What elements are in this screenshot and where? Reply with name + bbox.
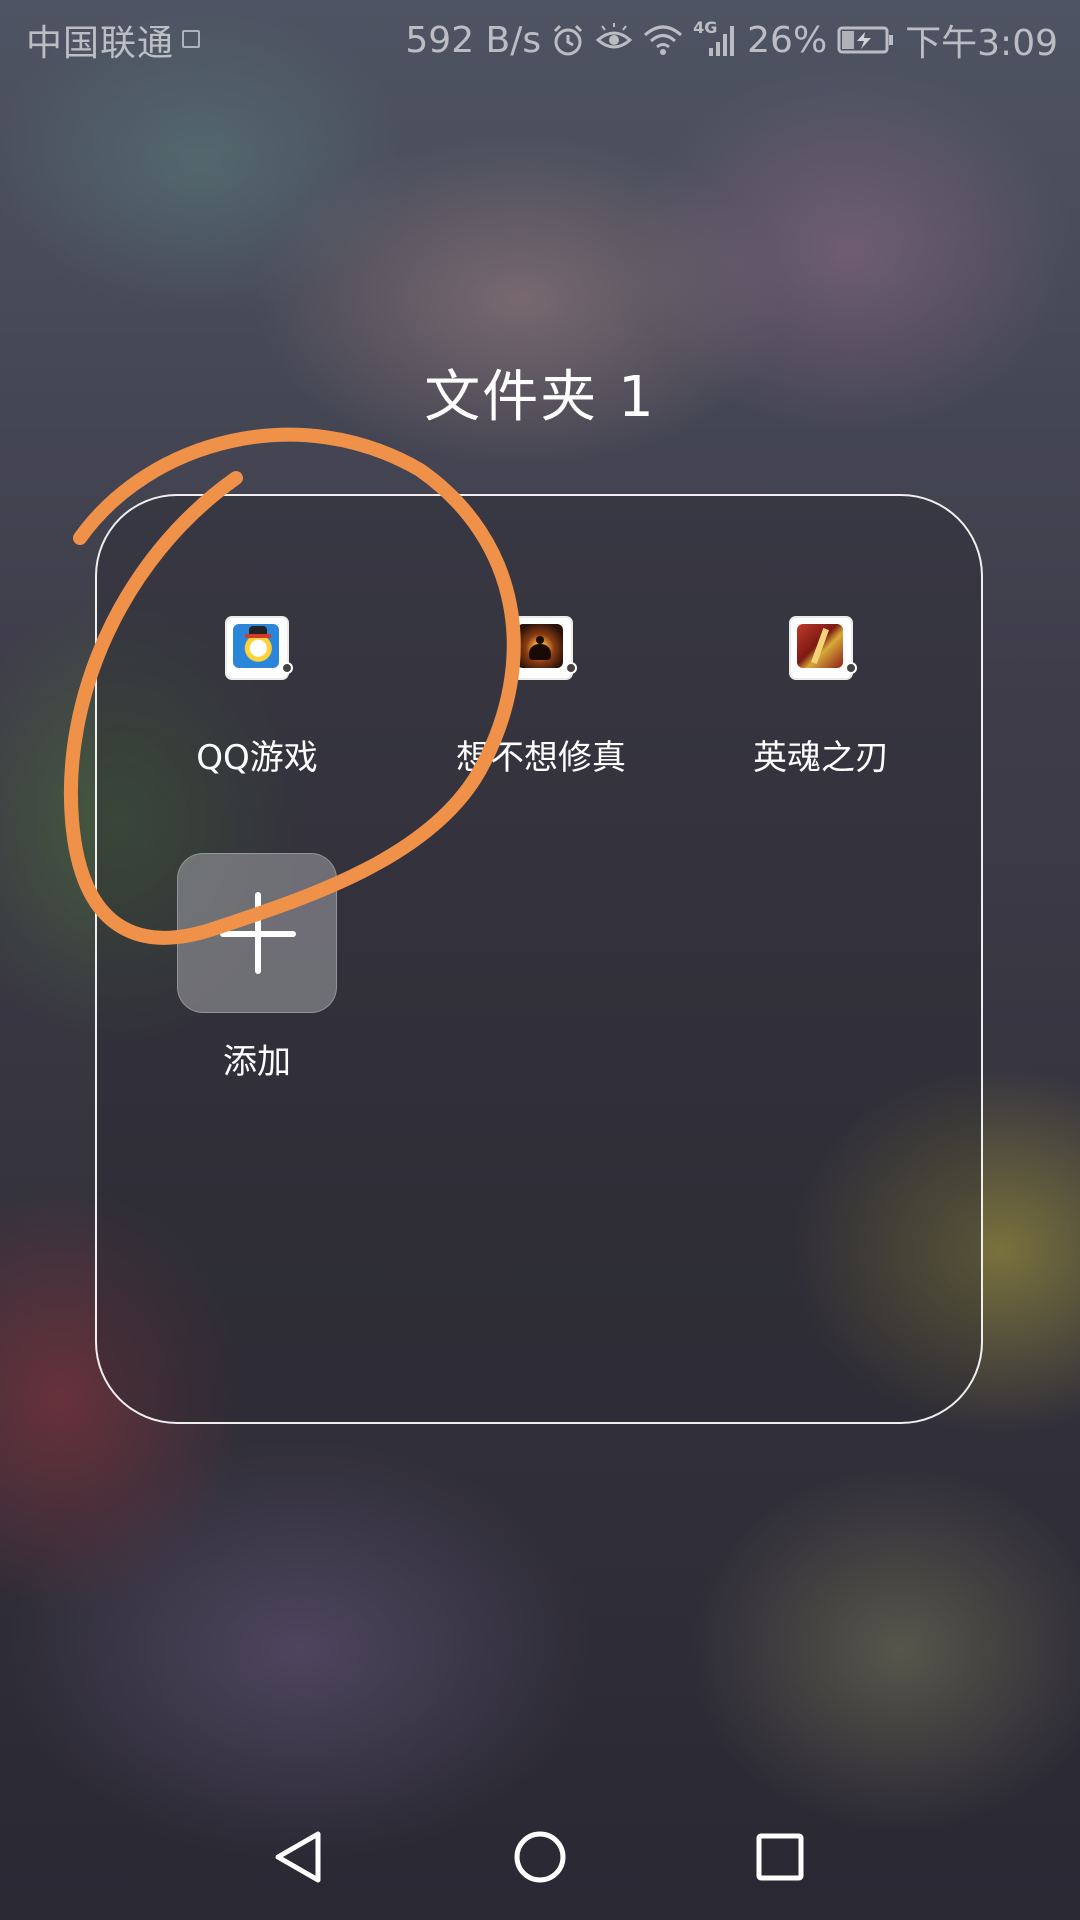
recents-icon[interactable] (740, 1822, 820, 1892)
app-label-hero-blade: 英魂之刃 (753, 738, 889, 778)
qq-games-icon (227, 618, 293, 678)
add-app-button[interactable] (177, 853, 337, 1013)
app-item-hero-blade[interactable]: 英魂之刃 (681, 618, 961, 779)
battery-percent: 26% (747, 19, 828, 61)
cultivation-game-icon (511, 618, 577, 678)
app-item-cultivation[interactable]: 想不想修真 (401, 618, 681, 779)
app-label-cultivation: 想不想修真 (456, 738, 626, 778)
network-speed: 592 B/s (405, 19, 542, 61)
eye-comfort-icon (595, 23, 633, 49)
sim-icon (182, 30, 200, 48)
carrier-name: 中国联通 (26, 23, 175, 64)
plus-icon-vertical (255, 892, 261, 974)
alarm-icon (554, 24, 583, 56)
navigation-bar (0, 1800, 1080, 1920)
app-item-qq-games[interactable]: QQ游戏 (117, 618, 397, 779)
app-label-qq-games: QQ游戏 (196, 738, 318, 778)
status-indicators: 592 B/s 4G 26% 下午3:09 (405, 14, 1058, 66)
home-screen: 中国联通 592 B/s 4G 26% 下午3:09 文件夹 1 QQ游戏 想不… (0, 0, 1080, 1920)
home-icon[interactable] (500, 1822, 580, 1892)
add-label: 添加 (223, 1042, 291, 1082)
signal-icon: 4G (693, 18, 737, 58)
battery-charging-icon (837, 26, 894, 54)
hero-blade-icon (791, 618, 857, 678)
clock: 下午3:09 (905, 23, 1058, 64)
back-icon[interactable] (260, 1822, 340, 1892)
folder-panel: QQ游戏 想不想修真 英魂之刃 添加 (95, 494, 983, 1424)
status-bar: 中国联通 592 B/s 4G 26% 下午3:09 (0, 0, 1080, 76)
folder-title[interactable]: 文件夹 1 (0, 352, 1080, 433)
wifi-icon (644, 25, 683, 55)
